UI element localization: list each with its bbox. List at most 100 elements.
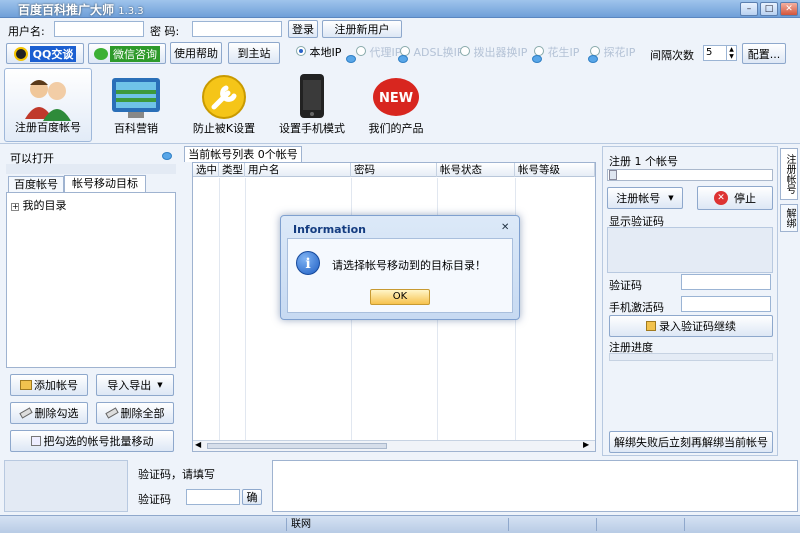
- users-icon: [25, 80, 71, 121]
- scroll-right-icon[interactable]: ▶: [583, 440, 589, 449]
- expand-icon[interactable]: +: [11, 203, 19, 211]
- register-count-label: 注册 1 个帐号: [609, 155, 678, 168]
- slider-thumb[interactable]: [609, 170, 617, 180]
- info-icon: i: [296, 251, 320, 275]
- enter-captcha-button[interactable]: 录入验证码继续: [609, 315, 773, 337]
- maximize-button[interactable]: □: [760, 2, 778, 16]
- login-button[interactable]: 登录: [288, 20, 318, 38]
- status-cell: [684, 518, 800, 531]
- eraser-icon: [18, 407, 33, 419]
- ip-option-proxy[interactable]: 代理IP: [356, 44, 401, 60]
- interval-stepper[interactable]: 5 ▲ ▼: [703, 45, 737, 61]
- radio-icon: [460, 46, 470, 56]
- add-icon: [20, 380, 32, 390]
- dialog-message: 请选择帐号移动到的目标目录！: [332, 259, 486, 272]
- table-header: 选中 类型 用户名 密码 帐号状态 帐号等级: [193, 163, 595, 177]
- spacer: [6, 164, 176, 174]
- register-count-slider[interactable]: [607, 169, 773, 181]
- column-level[interactable]: 帐号等级: [515, 163, 595, 177]
- scroll-left-icon[interactable]: ◀: [195, 440, 201, 449]
- ip-option-local[interactable]: 本地IP: [296, 44, 341, 60]
- dialog-close-icon[interactable]: ✕: [501, 222, 509, 233]
- minimize-button[interactable]: –: [740, 2, 758, 16]
- tab-current-accounts[interactable]: 当前帐号列表 0个帐号: [184, 146, 302, 162]
- delete-all-button[interactable]: 删除全部: [96, 402, 174, 424]
- tree-node-root[interactable]: + 我的目录: [11, 197, 67, 213]
- feature-toolbar: 注册百度帐号 百科营销 防止被K设置 设置手机模式 NEW 我们的产品: [0, 66, 800, 144]
- baike-marketing-tool[interactable]: 百科营销: [92, 68, 180, 142]
- home-site-button[interactable]: 到主站: [228, 42, 280, 64]
- delete-checked-button[interactable]: 删除勾选: [10, 402, 88, 424]
- bottom-captcha-input[interactable]: [186, 489, 240, 505]
- radio-icon: [356, 46, 366, 56]
- tool-label: 百科营销: [114, 122, 158, 135]
- register-new-user-button[interactable]: 注册新用户: [322, 20, 402, 38]
- info-bubble-icon: [532, 55, 542, 63]
- log-area[interactable]: [272, 460, 798, 512]
- username-input[interactable]: [54, 21, 144, 37]
- move-icon: [30, 436, 41, 446]
- column-select[interactable]: 选中: [193, 163, 219, 177]
- stop-icon: ✕: [714, 191, 728, 205]
- confirm-captcha-button[interactable]: 确: [242, 489, 262, 505]
- folder-tree[interactable]: + 我的目录: [6, 192, 176, 368]
- scroll-thumb[interactable]: [207, 443, 387, 449]
- right-panel: 注册 1 个帐号 注册帐号 ▼ ✕ 停止 显示验证码 验证码 手机激活码 录入验证码…: [602, 146, 778, 456]
- status-bar: 联网: [0, 515, 800, 533]
- wechat-icon: [94, 47, 108, 60]
- wechat-button[interactable]: 微信咨询: [88, 43, 166, 64]
- horizontal-scrollbar[interactable]: ◀ ▶: [193, 440, 595, 451]
- ok-button[interactable]: OK: [370, 289, 430, 305]
- sms-code-input[interactable]: [681, 296, 771, 312]
- grid-line: [245, 178, 246, 440]
- wechat-label: 微信咨询: [110, 45, 160, 62]
- column-status[interactable]: 帐号状态: [437, 163, 515, 177]
- column-password[interactable]: 密码: [351, 163, 437, 177]
- toolbar: QQ交谈 微信咨询 使用帮助 到主站 本地IP 代理IP ADSL换IP 拨出器…: [0, 42, 800, 66]
- new-badge-icon: NEW: [373, 78, 419, 116]
- stop-button[interactable]: ✕ 停止: [697, 186, 773, 210]
- tool-label: 我们的产品: [368, 122, 424, 135]
- unbind-retry-button[interactable]: 解绑失败后立刻再解绑当前帐号: [609, 431, 773, 453]
- tab-move-target[interactable]: 帐号移动目标: [64, 175, 146, 192]
- password-input[interactable]: [192, 21, 282, 37]
- phone-icon: [300, 74, 324, 118]
- wrench-icon: [202, 75, 246, 119]
- anti-k-settings-tool[interactable]: 防止被K设置: [180, 68, 268, 142]
- captcha-input[interactable]: [681, 274, 771, 290]
- batch-move-button[interactable]: 把勾选的帐号批量移动: [10, 430, 174, 452]
- import-export-button[interactable]: 导入导出 ▼: [96, 374, 174, 396]
- status-network: 联网: [286, 518, 506, 531]
- register-baidu-account-tool[interactable]: 注册百度帐号: [4, 68, 92, 142]
- close-window-button[interactable]: ✕: [780, 2, 798, 16]
- help-button[interactable]: 使用帮助: [170, 42, 222, 64]
- qq-chat-button[interactable]: QQ交谈: [6, 43, 84, 64]
- title-bar: 百度百科推广大师 1.3.3 – □ ✕: [0, 0, 800, 18]
- status-cell: [596, 518, 682, 531]
- interval-label: 间隔次数: [650, 49, 694, 62]
- column-type[interactable]: 类型: [219, 163, 245, 177]
- chevron-down-icon: ▼: [668, 194, 674, 202]
- config-button[interactable]: 配置...: [742, 43, 786, 64]
- captcha-prompt: 验证码，请填写: [138, 468, 215, 481]
- phone-mode-tool[interactable]: 设置手机模式: [268, 68, 356, 142]
- stepper-arrows-icon[interactable]: ▲ ▼: [726, 46, 736, 60]
- tree-node-label: 我的目录: [22, 199, 67, 212]
- add-account-button[interactable]: 添加帐号: [10, 374, 88, 396]
- captcha-image-area: [607, 227, 773, 273]
- column-username[interactable]: 用户名: [245, 163, 351, 177]
- chevron-down-icon: ▼: [157, 381, 163, 389]
- our-products-tool[interactable]: NEW 我们的产品: [352, 68, 440, 142]
- grid-line: [219, 178, 220, 440]
- register-account-button[interactable]: 注册帐号 ▼: [607, 187, 683, 209]
- info-bubble-icon: [346, 55, 356, 63]
- side-tab-register[interactable]: 注册帐号: [780, 148, 798, 200]
- ip-option-dialer[interactable]: 拨出器换IP: [460, 44, 527, 60]
- side-tab-unbind[interactable]: 解绑: [780, 204, 798, 232]
- qq-chat-label: QQ交谈: [29, 45, 77, 62]
- ip-option-adsl[interactable]: ADSL换IP: [400, 44, 463, 60]
- info-bubble-icon: [588, 55, 598, 63]
- tab-baidu-accounts[interactable]: 百度帐号: [8, 176, 64, 192]
- status-cell: [508, 518, 594, 531]
- information-dialog: Information ✕ i 请选择帐号移动到的目标目录！ OK: [280, 215, 520, 320]
